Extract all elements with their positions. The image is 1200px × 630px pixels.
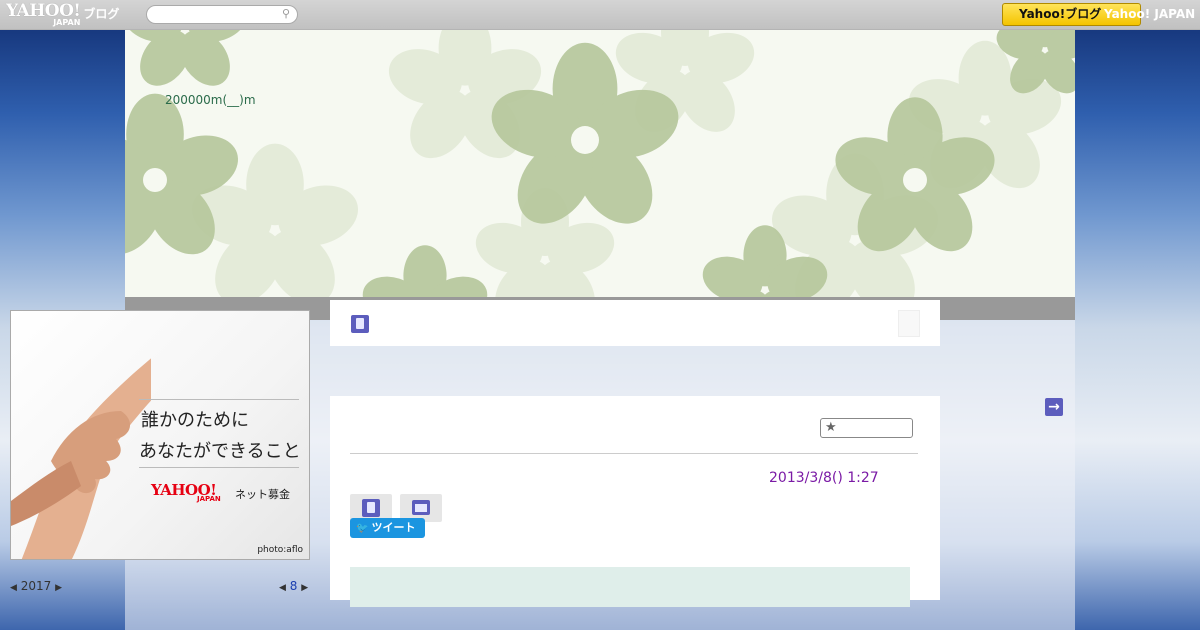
banner-headline-2: あなたができること — [139, 441, 301, 462]
blog-title[interactable]: 200000m(__)m — [165, 93, 256, 107]
search-input[interactable]: ⚲ — [146, 5, 298, 24]
calendar-prev-year-button[interactable]: ◀ — [10, 583, 17, 593]
star-icon: ★ — [825, 420, 837, 435]
calendar-next-year-button[interactable]: ▶ — [55, 583, 62, 593]
calendar-month-nav: ◀ 8 ▶ — [279, 579, 308, 593]
book-icon[interactable] — [351, 315, 369, 333]
search-icon[interactable]: ⚲ — [280, 8, 292, 20]
book-icon — [362, 499, 380, 517]
handshake-image — [11, 358, 151, 559]
article-divider — [350, 453, 918, 454]
logo-sub: JAPAN — [53, 18, 81, 27]
calendar-next-month-button[interactable]: ▶ — [301, 583, 308, 593]
blog-header: 200000m(__)m — [125, 30, 1075, 297]
favorite-button[interactable]: ★ — [820, 418, 913, 438]
banner-rule-bottom — [139, 467, 299, 468]
next-article-button[interactable]: → — [1045, 398, 1063, 416]
banner-photo-credit: photo:aflo — [257, 545, 303, 555]
calendar-year: 2017 — [20, 579, 52, 593]
twitter-bird-icon: 🐦 — [356, 523, 369, 534]
article-date: 2013/3/8() 1:27 — [769, 470, 879, 486]
yahoo-blog-logo[interactable]: YAHOO! JAPAN ブログ — [6, 3, 119, 27]
donation-banner[interactable]: 誰かのために あなたができること YAHOO! JAPAN ネット募金 phot… — [10, 310, 310, 560]
content-header — [330, 300, 940, 346]
calendar-year-nav: ◀ 2017 ▶ — [10, 579, 62, 593]
banner-headline-1: 誰かのために — [141, 410, 249, 431]
folder-icon — [412, 500, 430, 515]
top-bar: YAHOO! JAPAN ブログ ⚲ Yahoo!ブログ Yahoo! JAPA… — [0, 0, 1200, 30]
logo-blog-label: ブログ — [83, 7, 120, 21]
calendar-month[interactable]: 8 — [290, 579, 298, 593]
hibiscus-pattern — [125, 30, 1075, 297]
article-body — [350, 567, 910, 607]
tweet-label: ツイート — [371, 521, 416, 534]
calendar-prev-month-button[interactable]: ◀ — [279, 583, 286, 593]
banner-rule-top — [139, 399, 299, 400]
logo-mark: YAHOO! JAPAN — [6, 3, 81, 27]
tweet-button[interactable]: 🐦 ツイート — [350, 518, 425, 538]
article: ★ 2013/3/8() 1:27 🐦 ツイート — [330, 396, 940, 607]
banner-donation-label: ネット募金 — [235, 488, 290, 501]
content-header-tool[interactable] — [898, 310, 920, 337]
banner-yahoo-logo-sub: JAPAN — [197, 495, 221, 503]
yahoo-japan-link[interactable]: Yahoo! JAPAN — [1104, 7, 1195, 21]
